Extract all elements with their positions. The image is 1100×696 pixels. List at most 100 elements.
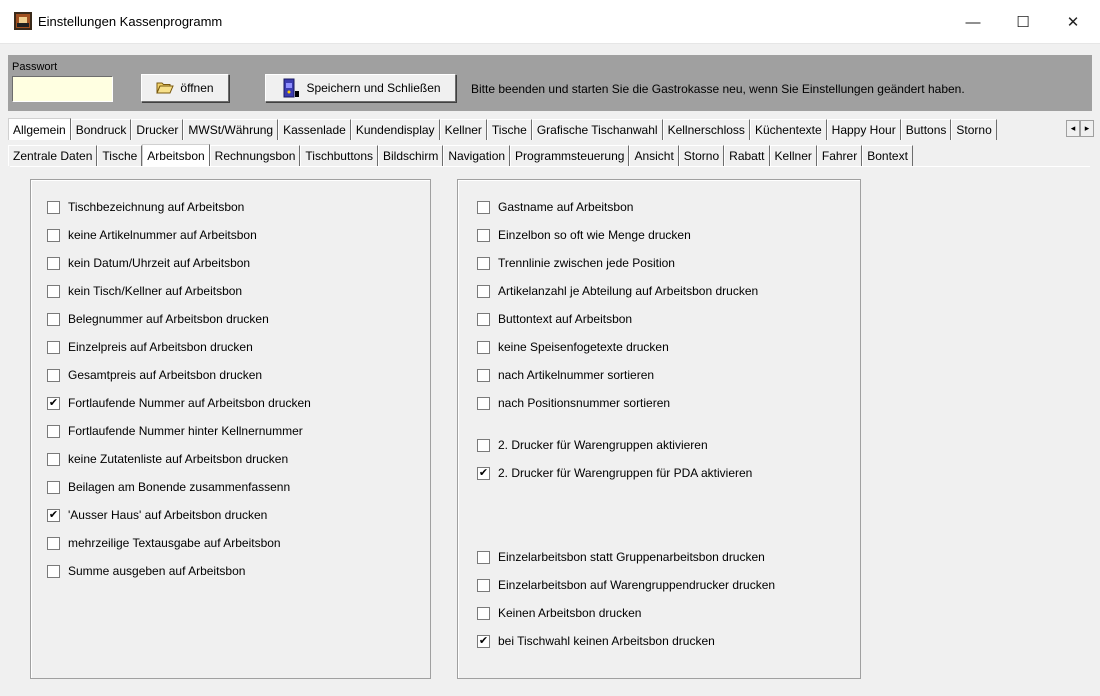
checkbox-box[interactable] <box>477 606 490 620</box>
checkbox-box[interactable]: ✔ <box>477 634 490 648</box>
subtab-ansicht[interactable]: Ansicht <box>629 145 679 166</box>
subtab-rabatt[interactable]: Rabatt <box>724 145 770 166</box>
tab-kassenlade[interactable]: Kassenlade <box>278 119 351 140</box>
save-close-button[interactable]: Speichern und Schließen <box>265 74 456 102</box>
checkbox-box[interactable] <box>47 284 60 298</box>
checkbox-label: Keinen Arbeitsbon drucken <box>498 606 642 620</box>
checkbox-box[interactable]: ✔ <box>477 466 490 480</box>
checkbox-2-drucker-für-warengruppen-für-pda-aktivieren[interactable]: ✔ 2. Drucker für Warengruppen für PDA akt… <box>477 466 752 480</box>
checkbox-box[interactable] <box>477 578 490 592</box>
checkbox-einzelarbeitsbon-auf-warengruppendrucker-drucken[interactable]: Einzelarbeitsbon auf Warengruppendrucker… <box>477 578 775 592</box>
checkbox-artikelanzahl-je-abteilung-auf-arbeitsbon-drucken[interactable]: Artikelanzahl je Abteilung auf Arbeitsbo… <box>477 284 758 298</box>
checkbox-box[interactable] <box>477 312 490 326</box>
checkbox-nach-positionsnummer-sortieren[interactable]: nach Positionsnummer sortieren <box>477 396 670 410</box>
checkbox-box[interactable] <box>477 284 490 298</box>
checkbox-gesamtpreis-auf-arbeitsbon-drucken[interactable]: Gesamtpreis auf Arbeitsbon drucken <box>47 368 262 382</box>
checkbox-label: Belegnummer auf Arbeitsbon drucken <box>68 312 269 326</box>
checkbox-buttontext-auf-arbeitsbon[interactable]: Buttontext auf Arbeitsbon <box>477 312 632 326</box>
checkbox-box[interactable] <box>47 228 60 242</box>
tab-scroll-right-icon[interactable]: ▸ <box>1080 120 1094 137</box>
checkbox-einzelpreis-auf-arbeitsbon-drucken[interactable]: Einzelpreis auf Arbeitsbon drucken <box>47 340 253 354</box>
checkbox-keine-zutatenliste-auf-arbeitsbon-drucken[interactable]: keine Zutatenliste auf Arbeitsbon drucke… <box>47 452 288 466</box>
checkbox-tischbezeichnung-auf-arbeitsbon[interactable]: Tischbezeichnung auf Arbeitsbon <box>47 200 244 214</box>
tab-küchentexte[interactable]: Küchentexte <box>749 119 827 140</box>
checkbox-gastname-auf-arbeitsbon[interactable]: Gastname auf Arbeitsbon <box>477 200 633 214</box>
checkbox-label: Fortlaufende Nummer auf Arbeitsbon druck… <box>68 396 311 410</box>
tab-grafische-tischanwahl[interactable]: Grafische Tischanwahl <box>531 119 663 140</box>
checkbox-summe-ausgeben-auf-arbeitsbon[interactable]: Summe ausgeben auf Arbeitsbon <box>47 564 245 578</box>
checkbox-bei-tischwahl-keinen-arbeitsbon-drucken[interactable]: ✔ bei Tischwahl keinen Arbeitsbon drucken <box>477 634 715 648</box>
tab-kundendisplay[interactable]: Kundendisplay <box>350 119 440 140</box>
checkbox-box[interactable] <box>47 480 60 494</box>
checkbox-box[interactable] <box>47 424 60 438</box>
checkbox-box[interactable] <box>47 340 60 354</box>
checkbox-2-drucker-für-warengruppen-aktivieren[interactable]: 2. Drucker für Warengruppen aktivieren <box>477 438 708 452</box>
checkbox-belegnummer-auf-arbeitsbon-drucken[interactable]: Belegnummer auf Arbeitsbon drucken <box>47 312 269 326</box>
subtab-navigation[interactable]: Navigation <box>443 145 511 166</box>
checkbox-box[interactable] <box>477 228 490 242</box>
checkbox-einzelarbeitsbon-statt-gruppenarbeitsbon-drucken[interactable]: Einzelarbeitsbon statt Gruppenarbeitsbon… <box>477 550 765 564</box>
checkbox-box[interactable] <box>477 438 490 452</box>
password-label: Passwort <box>12 61 58 73</box>
tab-allgemein[interactable]: Allgemein <box>8 118 71 140</box>
checkbox-label: Fortlaufende Nummer hinter Kellnernummer <box>68 424 303 438</box>
subtab-rechnungsbon[interactable]: Rechnungsbon <box>209 145 301 166</box>
checkbox-keine-speisenfogetexte-drucken[interactable]: keine Speisenfogetexte drucken <box>477 340 669 354</box>
checkbox-einzelbon-so-oft-wie-menge-drucken[interactable]: Einzelbon so oft wie Menge drucken <box>477 228 691 242</box>
checkbox-ausser-haus-auf-arbeitsbon-drucken[interactable]: ✔ 'Ausser Haus' auf Arbeitsbon drucken <box>47 508 267 522</box>
tab-scroll-left-icon[interactable]: ◂ <box>1066 120 1080 137</box>
subtab-kellner[interactable]: Kellner <box>769 145 817 166</box>
maximize-button[interactable]: ☐ <box>1000 0 1046 44</box>
tab-drucker[interactable]: Drucker <box>131 119 184 140</box>
subtab-arbeitsbon[interactable]: Arbeitsbon <box>142 144 210 166</box>
checkbox-box[interactable] <box>47 564 60 578</box>
checkbox-keine-artikelnummer-auf-arbeitsbon[interactable]: keine Artikelnummer auf Arbeitsbon <box>47 228 257 242</box>
checkbox-trennlinie-zwischen-jede-position[interactable]: Trennlinie zwischen jede Position <box>477 256 675 270</box>
subtab-fahrer[interactable]: Fahrer <box>816 145 863 166</box>
checkbox-box[interactable] <box>47 312 60 326</box>
checkbox-box[interactable] <box>477 256 490 270</box>
checkbox-box[interactable] <box>47 536 60 550</box>
checkbox-beilagen-am-bonende-zusammenfassenn[interactable]: Beilagen am Bonende zusammenfassenn <box>47 480 290 494</box>
checkbox-box[interactable] <box>477 396 490 410</box>
checkbox-nach-artikelnummer-sortieren[interactable]: nach Artikelnummer sortieren <box>477 368 654 382</box>
tab-storno[interactable]: Storno <box>951 119 997 140</box>
minimize-button[interactable]: — <box>950 0 996 44</box>
checkbox-fortlaufende-nummer-hinter-kellnernummer[interactable]: Fortlaufende Nummer hinter Kellnernummer <box>47 424 303 438</box>
checkbox-label: Einzelarbeitsbon statt Gruppenarbeitsbon… <box>498 550 765 564</box>
tab-panel-arbeitsbon: Tischbezeichnung auf Arbeitsbon keine Art… <box>10 166 1090 688</box>
close-button[interactable]: ✕ <box>1050 0 1096 44</box>
checkbox-box[interactable] <box>47 200 60 214</box>
tab-buttons[interactable]: Buttons <box>900 119 952 140</box>
checkbox-box[interactable] <box>477 200 490 214</box>
subtab-programmsteuerung[interactable]: Programmsteuerung <box>510 145 630 166</box>
subtab-tischbuttons[interactable]: Tischbuttons <box>300 145 378 166</box>
checkbox-box[interactable] <box>477 550 490 564</box>
checkbox-kein-datum-uhrzeit-auf-arbeitsbon[interactable]: kein Datum/Uhrzeit auf Arbeitsbon <box>47 256 250 270</box>
checkbox-box[interactable] <box>47 368 60 382</box>
tab-kellner[interactable]: Kellner <box>439 119 487 140</box>
tab-mwst-währung[interactable]: MWSt/Währung <box>183 119 279 140</box>
checkbox-box[interactable] <box>47 256 60 270</box>
subtab-bildschirm[interactable]: Bildschirm <box>378 145 444 166</box>
checkbox-label: kein Tisch/Kellner auf Arbeitsbon <box>68 284 243 298</box>
subtab-bontext[interactable]: Bontext <box>862 145 913 166</box>
tab-kellnerschloss[interactable]: Kellnerschloss <box>662 119 750 140</box>
tab-tische[interactable]: Tische <box>486 119 532 140</box>
checkbox-mehrzeilige-textausgabe-auf-arbeitsbon[interactable]: mehrzeilige Textausgabe auf Arbeitsbon <box>47 536 281 550</box>
checkbox-kein-tisch-kellner-auf-arbeitsbon[interactable]: kein Tisch/Kellner auf Arbeitsbon <box>47 284 242 298</box>
subtab-zentrale-daten[interactable]: Zentrale Daten <box>8 145 98 166</box>
open-button[interactable]: öffnen <box>141 74 229 102</box>
subtab-tische[interactable]: Tische <box>97 145 143 166</box>
subtab-storno[interactable]: Storno <box>678 145 725 166</box>
tab-bondruck[interactable]: Bondruck <box>70 119 132 140</box>
checkbox-box[interactable]: ✔ <box>47 508 60 522</box>
tab-happy-hour[interactable]: Happy Hour <box>826 119 901 140</box>
checkbox-box[interactable] <box>477 368 490 382</box>
password-input[interactable] <box>12 76 113 102</box>
checkbox-box[interactable] <box>47 452 60 466</box>
checkbox-box[interactable]: ✔ <box>47 396 60 410</box>
checkbox-box[interactable] <box>477 340 490 354</box>
checkbox-fortlaufende-nummer-auf-arbeitsbon-drucken[interactable]: ✔ Fortlaufende Nummer auf Arbeitsbon druc… <box>47 396 311 410</box>
checkbox-keinen-arbeitsbon-drucken[interactable]: Keinen Arbeitsbon drucken <box>477 606 641 620</box>
